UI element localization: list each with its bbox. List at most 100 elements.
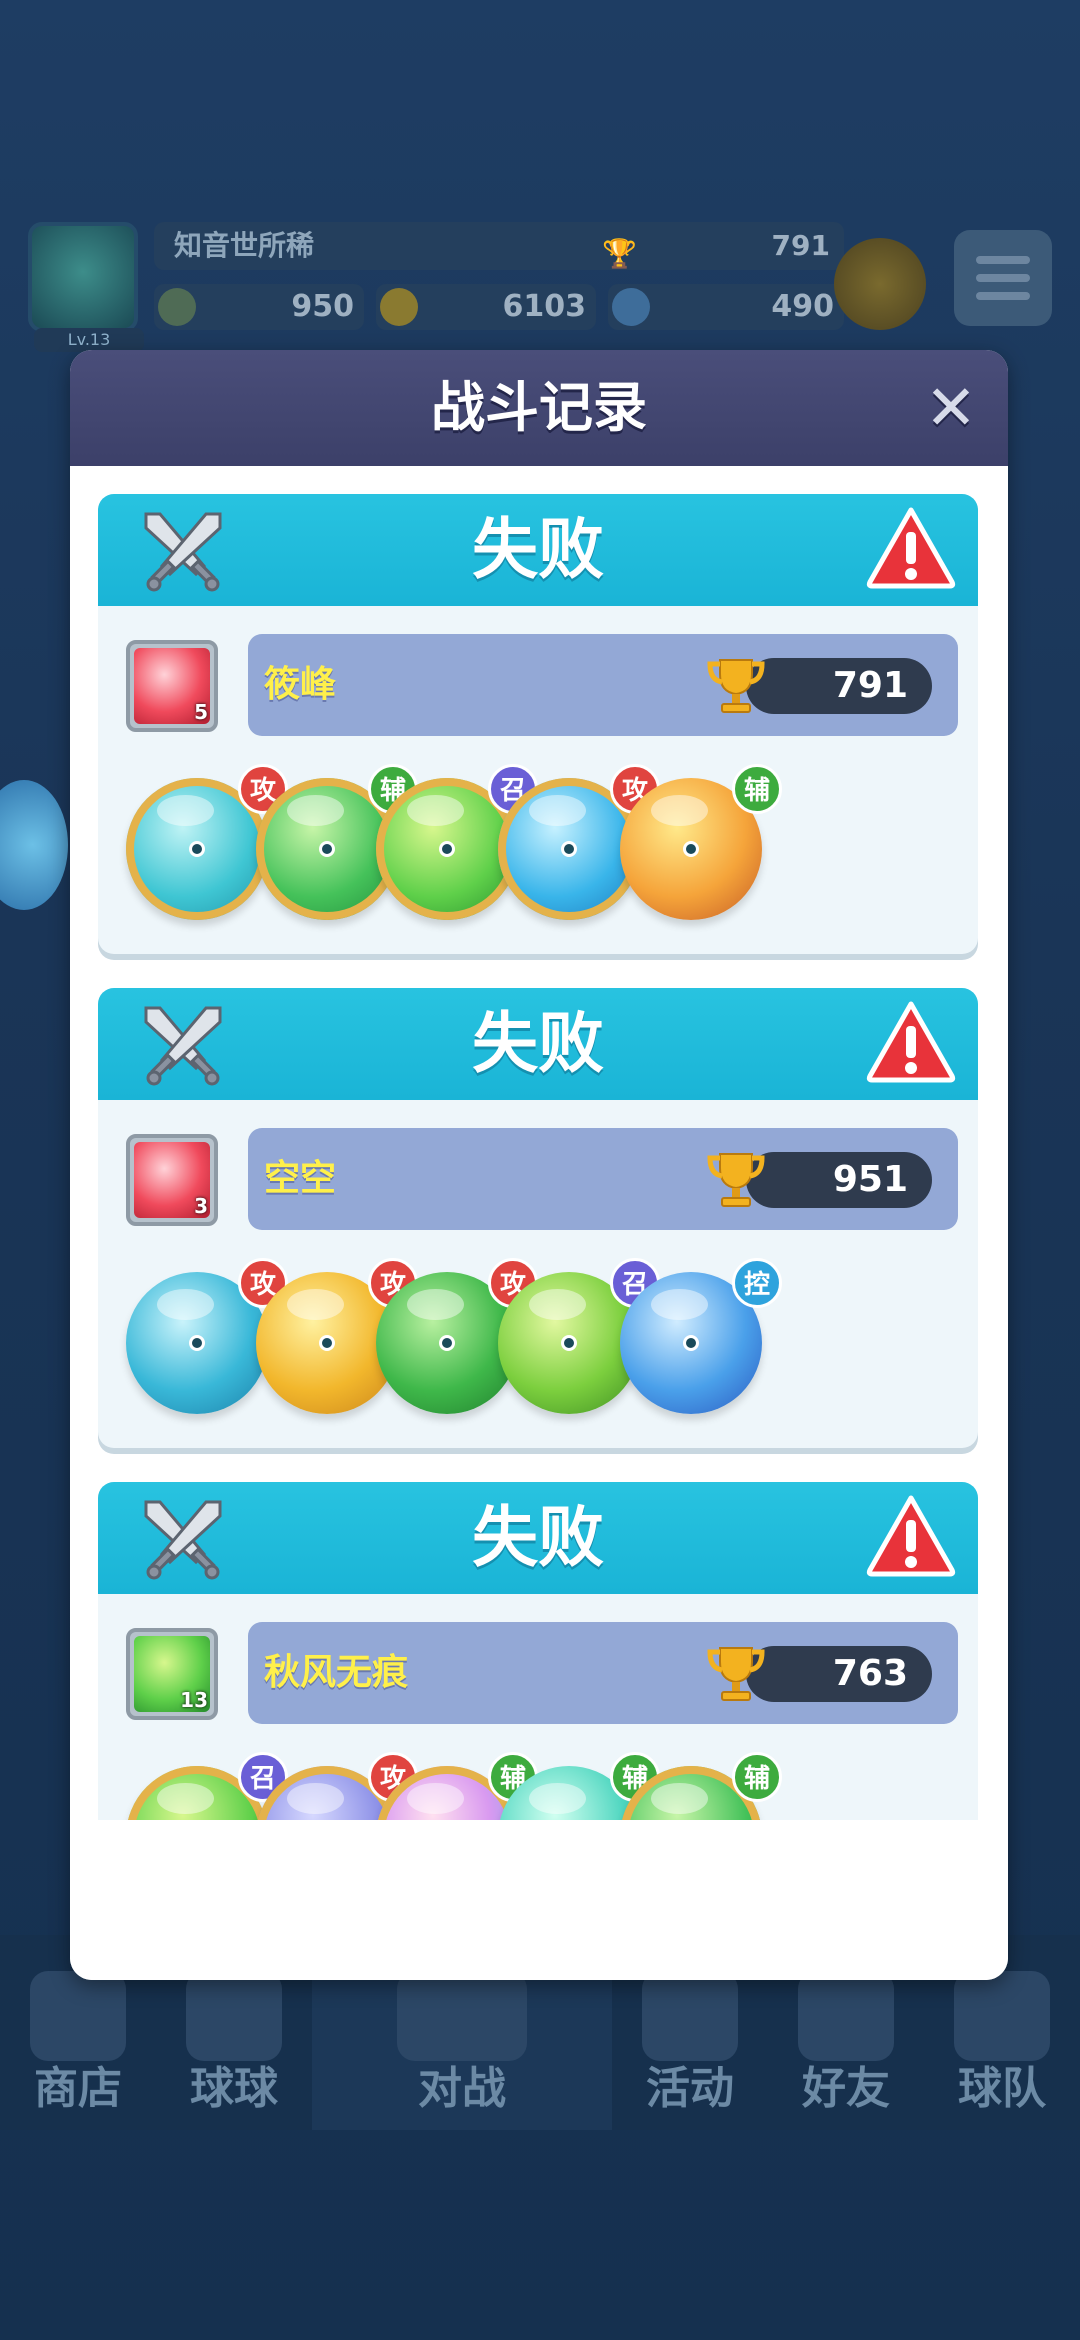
warning-icon [866, 1492, 956, 1578]
battle-record-modal: 战斗记录 ✕ 失败 5 筱峰 791 攻辅召攻辅失败 3 空空 951 攻攻攻召控失败 13 秋风无… [70, 350, 1008, 1980]
fire-ball-icon: 5 [134, 648, 210, 724]
ball-center-dot [683, 841, 699, 857]
gold-icon [158, 288, 196, 326]
record-header: 失败 [98, 1482, 978, 1594]
resource-coins-value: 6103 [502, 289, 587, 324]
coin-icon [380, 288, 418, 326]
resource-coins: 6103 [376, 284, 596, 330]
trophy-icon [704, 1146, 768, 1210]
record-result: 失败 [472, 511, 604, 588]
record-header: 失败 [98, 988, 978, 1100]
ball-gloss [287, 1783, 345, 1815]
warning-icon [866, 504, 956, 590]
player-level: Lv.13 [34, 328, 144, 352]
trophy-value: 951 [832, 1159, 908, 1200]
ball-gloss [651, 795, 709, 827]
resource-gems: 490 [608, 284, 844, 330]
ball-gloss [157, 1289, 215, 1321]
ball-center-dot [189, 841, 205, 857]
resource-gold: 950 [154, 284, 364, 330]
lead-ball-level: 5 [194, 700, 208, 724]
battle-record-card[interactable]: 失败 5 筱峰 791 攻辅召攻辅 [98, 494, 978, 954]
ball-center-dot [319, 841, 335, 857]
ball-center-dot [189, 1335, 205, 1351]
lead-ball-level: 13 [180, 1688, 208, 1712]
opponent-row: 13 秋风无痕 763 [98, 1622, 978, 1724]
battle-record-card[interactable]: 失败 13 秋风无痕 763 召攻辅辅辅 [98, 1482, 978, 1820]
player-trophies: 791 [771, 229, 830, 262]
ball-gloss [529, 1783, 587, 1815]
opponent-name: 空空 [264, 1158, 337, 1199]
ball-gloss [287, 1289, 345, 1321]
role-badge: 控 [732, 1258, 782, 1308]
close-button[interactable]: ✕ [922, 377, 980, 439]
trophy-count: 791 [707, 658, 932, 714]
ball-lineup: 召攻辅辅辅 [98, 1752, 978, 1820]
ball-gloss [407, 795, 465, 827]
ball-center-dot [319, 1335, 335, 1351]
ball-center-dot [439, 1335, 455, 1351]
ball-center-dot [561, 1335, 577, 1351]
nav-friends-label: 好友 [802, 2063, 890, 2114]
opponent-name: 秋风无痕 [264, 1652, 409, 1693]
events-icon [642, 1971, 738, 2061]
ball-gloss [407, 1783, 465, 1815]
opponent-row: 5 筱峰 791 [98, 634, 978, 736]
avatar [28, 222, 138, 332]
nav-events-label: 活动 [646, 2063, 734, 2114]
hexagram-ball-icon: 13 [134, 1636, 210, 1712]
balls-icon [186, 1971, 282, 2061]
record-result: 失败 [472, 1005, 604, 1082]
trophy-count: 951 [707, 1152, 932, 1208]
ball-lineup: 攻攻攻召控 [98, 1258, 978, 1438]
resource-gold-value: 950 [291, 289, 354, 324]
battle-record-card[interactable]: 失败 3 空空 951 攻攻攻召控 [98, 988, 978, 1448]
resources-bar: 950 6103 490 [154, 284, 844, 330]
opponent-name: 筱峰 [264, 664, 337, 705]
team-icon [954, 1971, 1050, 2061]
resource-gems-value: 490 [771, 289, 834, 324]
modal-header: 战斗记录 ✕ [70, 350, 1008, 466]
trophy-value: 791 [832, 665, 908, 706]
lead-ball: 13 [126, 1628, 218, 1720]
shop-icon [30, 1971, 126, 2061]
player-top-bar: Lv.13 知音世所稀 🏆 791 950 6103 490 [24, 218, 1056, 358]
record-header: 失败 [98, 494, 978, 606]
warning-icon [866, 998, 956, 1084]
ball-gloss [157, 795, 215, 827]
lead-ball: 5 [126, 640, 218, 732]
record-list[interactable]: 失败 5 筱峰 791 攻辅召攻辅失败 3 空空 951 攻攻攻召控失败 13 秋风无痕 763 召攻辅… [70, 466, 1008, 1820]
ball-gloss [287, 795, 345, 827]
trophy-count: 763 [707, 1646, 932, 1702]
rank-badge-icon[interactable] [834, 238, 926, 330]
ball-center-dot [439, 841, 455, 857]
nav-team-label: 球队 [958, 2063, 1046, 2114]
nav-balls-label: 球球 [190, 2063, 278, 2114]
record-result: 失败 [472, 1499, 604, 1576]
player-name: 知音世所稀 [174, 229, 315, 262]
modal-footer [70, 1820, 1008, 1980]
role-badge: 辅 [732, 1752, 782, 1802]
nav-battle-label: 对战 [418, 2063, 506, 2114]
ball-gloss [529, 795, 587, 827]
ball-gloss [651, 1289, 709, 1321]
ball-center-dot [683, 1335, 699, 1351]
ball-gloss [529, 1289, 587, 1321]
fire-ball-icon: 3 [134, 1142, 210, 1218]
side-ball-icon [0, 780, 68, 910]
opponent-name-bar: 秋风无痕 763 [248, 1622, 958, 1724]
opponent-row: 3 空空 951 [98, 1128, 978, 1230]
battle-icon [397, 1971, 527, 2061]
trophy-icon [704, 1640, 768, 1704]
ball-gloss [157, 1783, 215, 1815]
ball-gloss [407, 1289, 465, 1321]
lead-ball: 3 [126, 1134, 218, 1226]
gem-icon [612, 288, 650, 326]
modal-title: 战斗记录 [431, 376, 647, 439]
trophy-icon: 🏆 [602, 237, 637, 270]
opponent-name-bar: 筱峰 791 [248, 634, 958, 736]
menu-button[interactable] [954, 230, 1052, 326]
friends-icon [798, 1971, 894, 2061]
trophy-icon [704, 652, 768, 716]
lead-ball-level: 3 [194, 1194, 208, 1218]
